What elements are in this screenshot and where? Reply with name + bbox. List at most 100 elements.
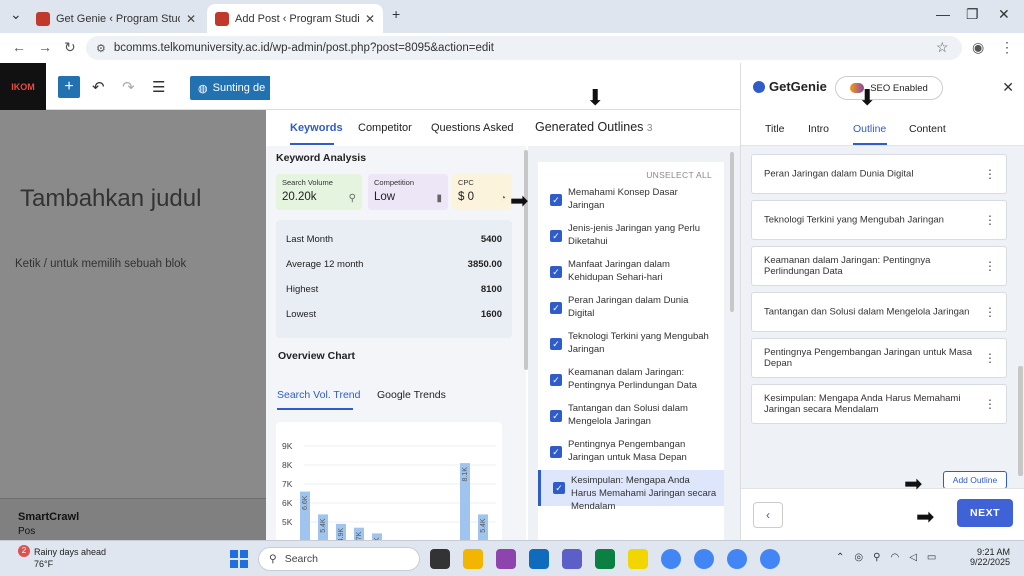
tab-search-icon[interactable]: ⌄ — [10, 6, 22, 23]
outline-column-scrollbar[interactable] — [730, 152, 734, 312]
outline-list-item[interactable]: ✓ Peran Jaringan dalam Dunia Digital — [538, 290, 724, 326]
outline-cards-scrollbar[interactable] — [1018, 366, 1023, 476]
bar-data-label: 5.4K — [320, 518, 327, 533]
taskbar-search[interactable]: ⚲ Search — [258, 547, 420, 571]
forward-icon[interactable]: → — [38, 39, 52, 55]
tab-search-vol-trend[interactable]: Search Vol. Trend — [277, 389, 360, 401]
battery-icon[interactable]: ▭ — [927, 552, 936, 563]
stat-value: 8100 — [480, 284, 502, 295]
tab-keywords[interactable]: Keywords — [290, 122, 343, 134]
network-icon[interactable]: ⚲ — [873, 552, 880, 563]
close-panel-icon[interactable]: ✕ — [1002, 79, 1014, 96]
checkbox-checked-icon[interactable]: ✓ — [550, 374, 562, 386]
browser-tab-get-genie[interactable]: Get Genie ‹ Program Studi Ilmu K ✕ — [28, 4, 204, 33]
tab-title[interactable]: Title — [765, 123, 784, 135]
next-button[interactable]: NEXT — [957, 499, 1013, 527]
tab-outline[interactable]: Outline — [853, 123, 886, 135]
volume-icon[interactable]: ◁ — [909, 552, 917, 563]
profile-icon[interactable]: ◉ — [972, 39, 984, 56]
add-block-button[interactable]: + — [58, 76, 80, 98]
site-logo[interactable]: IKOM — [0, 63, 46, 110]
outline-list-item[interactable]: ✓ Memahami Konsep Dasar Jaringan — [538, 182, 724, 218]
kebab-menu-icon[interactable]: ⋮ — [984, 167, 996, 181]
restore-icon[interactable]: ❐ — [966, 6, 979, 23]
redo-icon[interactable]: ↷ — [122, 78, 135, 96]
kebab-menu-icon[interactable]: ⋮ — [984, 259, 996, 273]
checkbox-checked-icon[interactable]: ✓ — [550, 338, 562, 350]
outline-list-item[interactable]: ✓ Teknologi Terkini yang Mengubah Jaringa… — [538, 326, 724, 362]
outline-list-item[interactable]: ✓ Jenis-jenis Jaringan yang Perlu Diketah… — [538, 218, 724, 254]
outline-list-item[interactable]: ✓ Manfaat Jaringan dalam Kehidupan Sehari… — [538, 254, 724, 290]
outline-card[interactable]: Pentingnya Pengembangan Jaringan untuk M… — [751, 338, 1007, 378]
windows-start-icon[interactable] — [230, 550, 248, 568]
tab-questions-asked[interactable]: Questions Asked — [431, 122, 514, 134]
checkbox-checked-icon[interactable]: ✓ — [550, 266, 562, 278]
back-icon[interactable]: ← — [12, 39, 26, 55]
reload-icon[interactable]: ↻ — [64, 39, 76, 56]
checkbox-checked-icon[interactable]: ✓ — [553, 482, 565, 494]
outline-list-item[interactable]: ✓ Tantangan dan Solusi dalam Mengelola Ja… — [538, 398, 724, 434]
task-view-icon[interactable] — [430, 549, 450, 569]
undo-icon[interactable]: ↶ — [92, 78, 105, 96]
outline-card[interactable]: Peran Jaringan dalam Dunia Digital ⋮ — [751, 154, 1007, 194]
file-explorer-icon[interactable] — [463, 549, 483, 569]
kebab-menu-icon[interactable]: ⋮ — [984, 213, 996, 227]
document-overview-icon[interactable]: ☰ — [152, 78, 165, 96]
chrome-profile-icon[interactable] — [727, 549, 747, 569]
weather-widget[interactable]: 2 Rainy days ahead 76°F — [18, 545, 106, 569]
kebab-menu-icon[interactable]: ⋮ — [984, 397, 996, 411]
search-placeholder: Search — [284, 553, 318, 565]
outline-card[interactable]: Teknologi Terkini yang Mengubah Jaringan… — [751, 200, 1007, 240]
outline-item-text: Jenis-jenis Jaringan yang Perlu Diketahu… — [568, 223, 701, 247]
checkbox-checked-icon[interactable]: ✓ — [550, 302, 562, 314]
copilot-icon[interactable]: ◎ — [854, 552, 863, 563]
outline-list-item[interactable]: ✓ Pentingnya Pengembangan Jaringan untuk … — [538, 434, 724, 470]
checkbox-checked-icon[interactable]: ✓ — [550, 410, 562, 422]
post-title-placeholder[interactable]: Tambahkan judul — [20, 185, 201, 213]
teams-icon[interactable] — [562, 549, 582, 569]
browser-tab-add-post[interactable]: Add Post ‹ Program Studi Ilmu K ✕ — [207, 4, 383, 33]
y-tick-label: 5K — [282, 517, 293, 527]
chrome-profile-icon[interactable] — [694, 549, 714, 569]
browser-menu-icon[interactable]: ⋮ — [1000, 39, 1014, 56]
tab-google-trends[interactable]: Google Trends — [377, 389, 446, 401]
minimize-icon[interactable]: — — [936, 6, 950, 22]
sunting-button[interactable]: ◍ Sunting de — [190, 76, 270, 100]
chevron-up-icon[interactable]: ⌃ — [836, 552, 844, 563]
chrome-profile-icon[interactable] — [760, 549, 780, 569]
smartcrawl-title[interactable]: SmartCrawl — [18, 511, 79, 523]
kebab-menu-icon[interactable]: ⋮ — [984, 305, 996, 319]
tab-content[interactable]: Content — [909, 123, 946, 135]
outline-list-item[interactable]: ✓ Kesimpulan: Mengapa Anda Harus Memahami… — [538, 470, 724, 512]
outlook-icon[interactable] — [529, 549, 549, 569]
unselect-all-button[interactable]: UNSELECT ALL — [646, 170, 712, 180]
checkbox-checked-icon[interactable]: ✓ — [550, 194, 562, 206]
copilot-app-icon[interactable] — [496, 549, 516, 569]
new-tab-icon[interactable]: + — [392, 6, 400, 22]
tab-intro[interactable]: Intro — [808, 123, 829, 135]
seo-enabled-toggle[interactable]: SEO Enabled — [835, 76, 943, 100]
tab-competitor[interactable]: Competitor — [358, 122, 412, 134]
outline-card[interactable]: Keamanan dalam Jaringan: Pentingnya Perl… — [751, 246, 1007, 286]
edge-icon[interactable] — [595, 549, 615, 569]
kebab-menu-icon[interactable]: ⋮ — [984, 351, 996, 365]
outline-card[interactable]: Tantangan dan Solusi dalam Mengelola Jar… — [751, 292, 1007, 332]
checkbox-checked-icon[interactable]: ✓ — [550, 446, 562, 458]
window-close-icon[interactable]: ✕ — [998, 6, 1010, 23]
close-tab-icon[interactable]: ✕ — [186, 12, 196, 26]
wifi-icon[interactable]: ◠ — [890, 552, 899, 563]
outline-list-item[interactable]: ✓ Keamanan dalam Jaringan: Pentingnya Per… — [538, 362, 724, 398]
bookmark-star-icon[interactable]: ☆ — [936, 39, 949, 56]
chrome-icon[interactable] — [661, 549, 681, 569]
checkbox-checked-icon[interactable]: ✓ — [550, 230, 562, 242]
close-tab-icon[interactable]: ✕ — [365, 12, 375, 26]
sticky-notes-icon[interactable] — [628, 549, 648, 569]
taskbar-clock[interactable]: 9:21 AM 9/22/2025 — [966, 547, 1010, 567]
block-hint[interactable]: Ketik / untuk memilih sebuah blok — [15, 258, 186, 270]
back-button[interactable]: ‹ — [753, 502, 783, 528]
annotation-arrow-right-icon: ➡ — [904, 471, 923, 496]
outline-card[interactable]: Kesimpulan: Mengapa Anda Harus Memahami … — [751, 384, 1007, 424]
site-info-icon[interactable]: ⚙ — [96, 42, 106, 55]
url-bar[interactable]: ⚙ bcomms.telkomuniversity.ac.id/wp-admin… — [86, 36, 962, 60]
add-outline-button[interactable]: Add Outline — [943, 471, 1007, 489]
